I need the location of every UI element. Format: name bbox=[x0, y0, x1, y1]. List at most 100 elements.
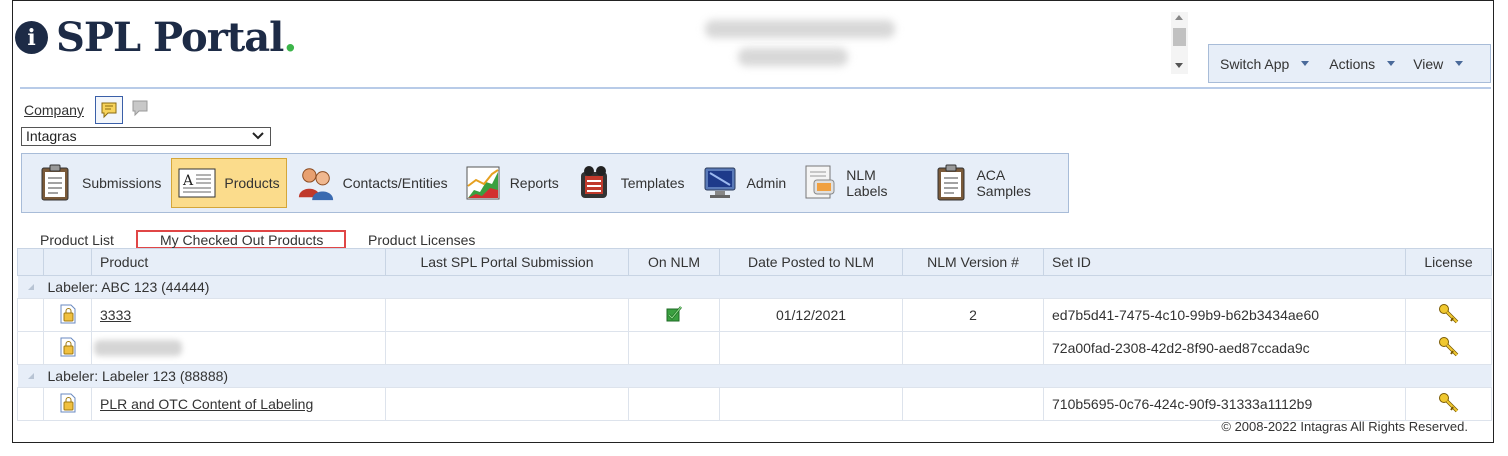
column-header-set-id[interactable]: Set ID bbox=[1043, 248, 1406, 276]
checked-out-document-icon bbox=[43, 298, 92, 332]
tab-my-checked-out-products[interactable]: My Checked Out Products bbox=[160, 232, 323, 248]
cell-date-posted bbox=[719, 387, 903, 421]
group-collapse-toggle[interactable] bbox=[17, 275, 44, 299]
cell-nlm-version bbox=[902, 387, 1044, 421]
toolbar-reports[interactable]: Reports bbox=[458, 158, 565, 208]
scroll-up-icon[interactable] bbox=[1175, 15, 1183, 20]
checkmark-icon bbox=[666, 305, 682, 321]
toolbar-submissions-label: Submissions bbox=[82, 175, 162, 191]
cell-set-id: 72a00fad-2308-42d2-8f90-aed87ccada9c bbox=[1043, 331, 1406, 365]
film-reel-icon bbox=[575, 164, 613, 202]
group-collapse-toggle[interactable] bbox=[17, 364, 44, 388]
group-label: Labeler: Labeler 123 (88888) bbox=[43, 364, 1492, 388]
cell-set-id: 710b5695-0c76-424c-90f9-31333a1112b9 bbox=[1043, 387, 1406, 421]
scroll-thumb[interactable] bbox=[1173, 28, 1186, 46]
license-key-icon[interactable] bbox=[1405, 298, 1492, 332]
clipboard-icon bbox=[36, 164, 74, 202]
table-row[interactable]: PLR and OTC Content of Labeling 710b5695… bbox=[17, 387, 1492, 421]
product-link[interactable]: PLR and OTC Content of Labeling bbox=[100, 396, 313, 412]
redacted-user-info-2 bbox=[738, 48, 848, 66]
redacted-product-name bbox=[94, 340, 182, 356]
svg-text:A: A bbox=[182, 173, 194, 189]
chart-icon bbox=[464, 164, 502, 202]
company-select-value: Intagras bbox=[26, 128, 77, 144]
group-label: Labeler: ABC 123 (44444) bbox=[43, 275, 1492, 299]
toolbar-products-label: Products bbox=[224, 175, 280, 191]
cell-last-submission bbox=[385, 331, 629, 365]
toolbar-templates-label: Templates bbox=[620, 175, 685, 191]
menu-actions[interactable]: Actions bbox=[1309, 55, 1396, 72]
chevron-down-icon bbox=[1301, 61, 1310, 66]
table-row[interactable]: 3333 01/12/2021 2 ed7b5d41-7475-4c10-99b… bbox=[17, 298, 1492, 332]
toolbar-contacts-label: Contacts/Entities bbox=[342, 175, 448, 191]
menu-switch-app[interactable]: Switch App bbox=[1209, 55, 1310, 72]
group-row[interactable]: Labeler: Labeler 123 (88888) bbox=[17, 364, 1492, 388]
column-header-license[interactable]: License bbox=[1405, 248, 1492, 276]
toolbar-admin-label: Admin bbox=[746, 175, 787, 191]
chevron-down-icon bbox=[252, 132, 264, 140]
column-header-last-submission[interactable]: Last SPL Portal Submission bbox=[385, 248, 629, 276]
cell-date-posted bbox=[719, 331, 903, 365]
toolbar-contacts[interactable]: Contacts/Entities bbox=[291, 158, 454, 208]
cell-last-submission bbox=[385, 387, 629, 421]
checked-out-document-icon bbox=[43, 387, 92, 421]
monitor-icon bbox=[701, 164, 739, 202]
tab-product-licenses[interactable]: Product Licenses bbox=[368, 232, 475, 248]
cell-date-posted: 01/12/2021 bbox=[719, 298, 903, 332]
grid-header-row: Product Last SPL Portal Submission On NL… bbox=[17, 248, 1492, 276]
toolbar-products[interactable]: A Products bbox=[171, 158, 287, 208]
toolbar-templates[interactable]: Templates bbox=[569, 158, 691, 208]
product-link[interactable]: 3333 bbox=[100, 307, 131, 323]
toolbar-nlm-labels-label: NLM Labels bbox=[846, 167, 888, 199]
toolbar-reports-label: Reports bbox=[509, 175, 559, 191]
menu-view[interactable]: View bbox=[1395, 55, 1464, 72]
comment-gray-icon[interactable] bbox=[131, 99, 149, 122]
column-header-date-posted[interactable]: Date Posted to NLM bbox=[719, 248, 903, 276]
checked-out-document-icon bbox=[43, 331, 92, 365]
toolbar-aca-samples-label: ACA Samples bbox=[976, 167, 1031, 199]
header-scrollbar[interactable] bbox=[1171, 12, 1188, 74]
logo-dot: . bbox=[283, 14, 298, 61]
menu-switch-app-label: Switch App bbox=[1220, 55, 1290, 72]
document-a-icon: A bbox=[178, 164, 216, 202]
scroll-down-icon[interactable] bbox=[1175, 63, 1183, 68]
company-link[interactable]: Company bbox=[24, 102, 84, 118]
comment-active-icon[interactable] bbox=[95, 96, 123, 124]
tab-product-list[interactable]: Product List bbox=[40, 232, 114, 248]
top-menu-bar: Switch App Actions View bbox=[1208, 44, 1491, 83]
toolbar-nlm-labels[interactable]: NLM Labels bbox=[796, 158, 922, 208]
logo-text: SPL Portal bbox=[56, 14, 284, 61]
app-logo: i SPL Portal. bbox=[15, 14, 297, 61]
people-icon bbox=[297, 164, 335, 202]
label-document-icon bbox=[802, 164, 838, 202]
toolbar-submissions[interactable]: Submissions bbox=[30, 158, 167, 208]
products-grid: Product Last SPL Portal Submission On NL… bbox=[17, 248, 1492, 421]
menu-actions-label: Actions bbox=[1329, 55, 1376, 72]
collapse-triangle-icon[interactable] bbox=[26, 371, 36, 381]
cell-last-submission bbox=[385, 298, 629, 332]
redacted-user-info bbox=[705, 20, 895, 38]
clipboard-icon bbox=[933, 164, 969, 202]
cell-nlm-version: 2 bbox=[902, 298, 1044, 332]
menu-view-label: View bbox=[1413, 55, 1444, 72]
toolbar-admin[interactable]: Admin bbox=[695, 158, 793, 208]
grid-expand-header bbox=[17, 248, 44, 276]
header-divider bbox=[20, 87, 1491, 89]
copyright-footer: © 2008-2022 Intagras All Rights Reserved… bbox=[1221, 419, 1468, 434]
info-logo-icon: i bbox=[15, 21, 48, 54]
company-select[interactable]: Intagras bbox=[21, 127, 271, 146]
table-row[interactable]: 72a00fad-2308-42d2-8f90-aed87ccada9c bbox=[17, 331, 1492, 365]
module-toolbar: Submissions A Products Contacts/Entities… bbox=[21, 153, 1069, 213]
collapse-triangle-icon[interactable] bbox=[26, 282, 36, 292]
license-key-icon[interactable] bbox=[1405, 331, 1492, 365]
column-header-nlm-version[interactable]: NLM Version # bbox=[902, 248, 1044, 276]
chevron-down-icon bbox=[1455, 61, 1464, 66]
toolbar-aca-samples[interactable]: ACA Samples bbox=[927, 158, 1064, 208]
column-header-on-nlm[interactable]: On NLM bbox=[628, 248, 720, 276]
license-key-icon[interactable] bbox=[1405, 387, 1492, 421]
on-nlm-cell bbox=[628, 298, 720, 332]
column-header-product[interactable]: Product bbox=[91, 248, 386, 276]
group-row[interactable]: Labeler: ABC 123 (44444) bbox=[17, 275, 1492, 299]
cell-nlm-version bbox=[902, 331, 1044, 365]
grid-icon-header bbox=[43, 248, 92, 276]
